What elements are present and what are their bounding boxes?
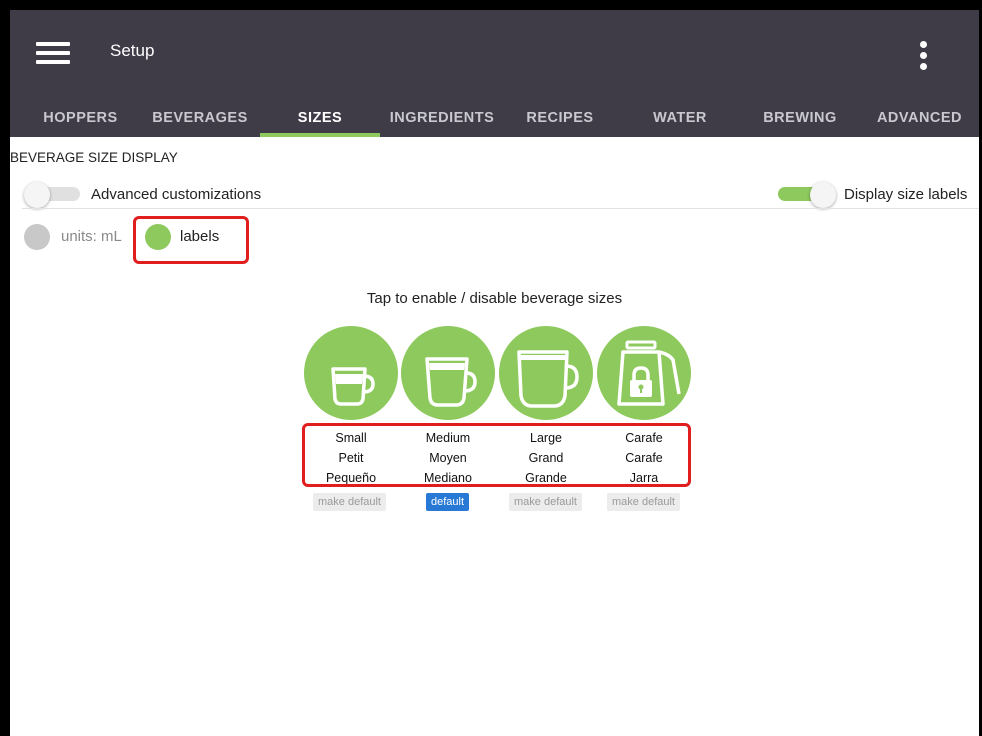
size-label-en: Medium	[425, 431, 471, 445]
size-label-es: Pequeño	[325, 471, 377, 485]
tab-recipes[interactable]: RECIPES	[510, 98, 610, 137]
size-label-en: Small	[335, 431, 367, 445]
labels-radio-label[interactable]: labels	[180, 228, 219, 245]
units-radio-label[interactable]: units: mL	[61, 228, 122, 245]
size-medium-labels: Medium Moyen Mediano	[401, 428, 495, 488]
size-carafe-button[interactable]	[597, 326, 691, 420]
size-small-button[interactable]	[304, 326, 398, 420]
toggle-knob	[24, 182, 50, 208]
size-label-fr: Carafe	[625, 451, 663, 465]
app-bar: Setup HOPPERS BEVERAGES SIZES INGREDIENT…	[10, 10, 979, 137]
tab-brewing[interactable]: BREWING	[750, 98, 850, 137]
tab-sizes[interactable]: SIZES	[260, 98, 380, 137]
size-carafe-labels: Carafe Carafe Jarra	[597, 428, 691, 488]
app-title: Setup	[110, 41, 155, 60]
labels-radio[interactable]	[145, 224, 171, 250]
more-options-icon[interactable]	[914, 41, 934, 77]
make-default-small-button[interactable]: make default	[313, 493, 386, 511]
display-size-labels-label: Display size labels	[844, 186, 968, 203]
large-cup-icon	[517, 350, 579, 408]
size-label-en: Large	[530, 431, 562, 445]
tab-water[interactable]: WATER	[630, 98, 730, 137]
carafe-lock-icon	[617, 340, 681, 406]
menu-icon[interactable]	[36, 40, 70, 66]
make-default-carafe-button[interactable]: make default	[607, 493, 680, 511]
size-label-es: Mediano	[424, 471, 472, 485]
tab-ingredients[interactable]: INGREDIENTS	[382, 98, 502, 137]
size-label-fr: Petit	[338, 451, 364, 465]
size-medium-button[interactable]	[401, 326, 495, 420]
advanced-customizations-toggle[interactable]	[22, 182, 84, 208]
app-screen: Setup HOPPERS BEVERAGES SIZES INGREDIENT…	[10, 10, 979, 736]
units-radio[interactable]	[24, 224, 50, 250]
display-size-labels-toggle[interactable]	[778, 182, 840, 208]
tab-beverages[interactable]: BEVERAGES	[145, 98, 255, 137]
small-cup-icon	[331, 367, 375, 406]
divider	[22, 208, 979, 209]
size-small-labels: Small Petit Pequeño	[304, 428, 398, 488]
default-medium-badge[interactable]: default	[426, 493, 470, 511]
tab-bar: HOPPERS BEVERAGES SIZES INGREDIENTS RECI…	[10, 98, 979, 137]
size-label-fr: Moyen	[429, 451, 467, 465]
size-large-labels: Large Grand Grande	[499, 428, 593, 488]
size-label-en: Carafe	[625, 431, 663, 445]
size-label-fr: Grand	[528, 451, 564, 465]
instruction-text: Tap to enable / disable beverage sizes	[366, 290, 623, 307]
medium-cup-icon	[425, 357, 477, 407]
size-large-button[interactable]	[499, 326, 593, 420]
size-label-es: Grande	[525, 471, 567, 485]
make-default-large-button[interactable]: make default	[509, 493, 582, 511]
size-label-es: Jarra	[629, 471, 659, 485]
section-header: BEVERAGE SIZE DISPLAY	[10, 150, 178, 165]
advanced-customizations-label: Advanced customizations	[91, 186, 262, 203]
tab-hoppers[interactable]: HOPPERS	[28, 98, 133, 137]
toggle-knob	[810, 182, 836, 208]
tab-advanced[interactable]: ADVANCED	[867, 98, 972, 137]
